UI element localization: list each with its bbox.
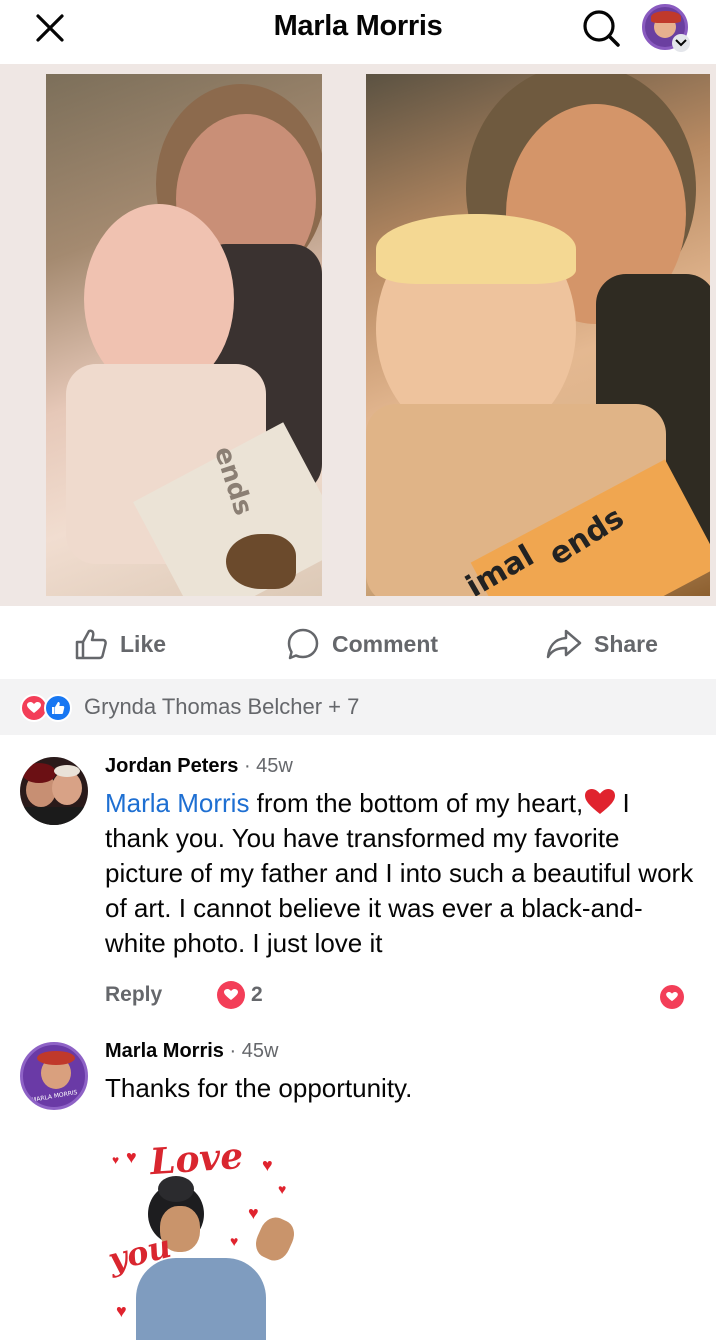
comment-label: Comment bbox=[332, 630, 439, 657]
original-photo[interactable]: ends bbox=[46, 74, 322, 596]
react-button[interactable] bbox=[660, 985, 684, 1009]
share-icon bbox=[546, 629, 582, 659]
share-label: Share bbox=[594, 630, 658, 657]
sticker-love-text: Love bbox=[148, 1134, 245, 1184]
comment-icon bbox=[287, 628, 319, 660]
comment: Jordan Peters · 45w Marla Morris from th… bbox=[0, 755, 716, 1015]
red-heart-emoji-icon bbox=[585, 789, 616, 814]
avatar[interactable]: MARLA MORRIS bbox=[20, 1042, 88, 1110]
love-reaction-icon bbox=[217, 981, 245, 1009]
artwork-photo[interactable]: imal ends bbox=[366, 74, 710, 596]
avatar-caption: MARLA MORRIS bbox=[30, 1088, 79, 1105]
comment-button[interactable]: Comment bbox=[286, 624, 438, 664]
comment-author[interactable]: Jordan Peters bbox=[105, 755, 238, 777]
avatar[interactable] bbox=[20, 757, 88, 825]
comment-time[interactable]: · 45w bbox=[230, 1040, 279, 1062]
comment-author[interactable]: Marla Morris bbox=[105, 1040, 224, 1062]
like-reaction-icon bbox=[44, 694, 72, 722]
post-photos: ends imal ends bbox=[0, 64, 716, 606]
comment: MARLA MORRIS Marla Morris · 45w Thanks f… bbox=[0, 1040, 716, 1130]
like-button[interactable]: Like bbox=[74, 624, 166, 664]
profile-menu-button[interactable] bbox=[642, 4, 690, 52]
search-icon bbox=[583, 10, 620, 47]
chevron-down-icon bbox=[672, 34, 690, 52]
thumbs-up-icon bbox=[75, 629, 107, 660]
comment-time[interactable]: · 45w bbox=[244, 755, 293, 777]
love-you-sticker[interactable]: ♥ ♥ Love ♥ ♥ ♥ ♥ ♥ you bbox=[104, 1126, 328, 1340]
like-label: Like bbox=[120, 630, 167, 657]
reactions-summary[interactable]: Grynda Thomas Belcher + 7 bbox=[0, 679, 716, 735]
reactions-summary-text: Grynda Thomas Belcher + 7 bbox=[84, 694, 360, 719]
share-button[interactable]: Share bbox=[546, 624, 658, 664]
comment-reaction-count[interactable]: 2 bbox=[217, 981, 263, 1009]
reply-button[interactable]: Reply bbox=[105, 983, 162, 1007]
top-bar: Marla Morris bbox=[0, 0, 716, 64]
mention-link[interactable]: Marla Morris bbox=[105, 788, 249, 818]
heart-icon bbox=[666, 992, 678, 1002]
comment-text: Thanks for the opportunity. bbox=[105, 1073, 413, 1103]
post-action-bar: Like Comment Share bbox=[0, 606, 716, 678]
search-button[interactable] bbox=[578, 6, 624, 50]
comment-text: Marla Morris from the bottom of my heart… bbox=[105, 788, 694, 958]
